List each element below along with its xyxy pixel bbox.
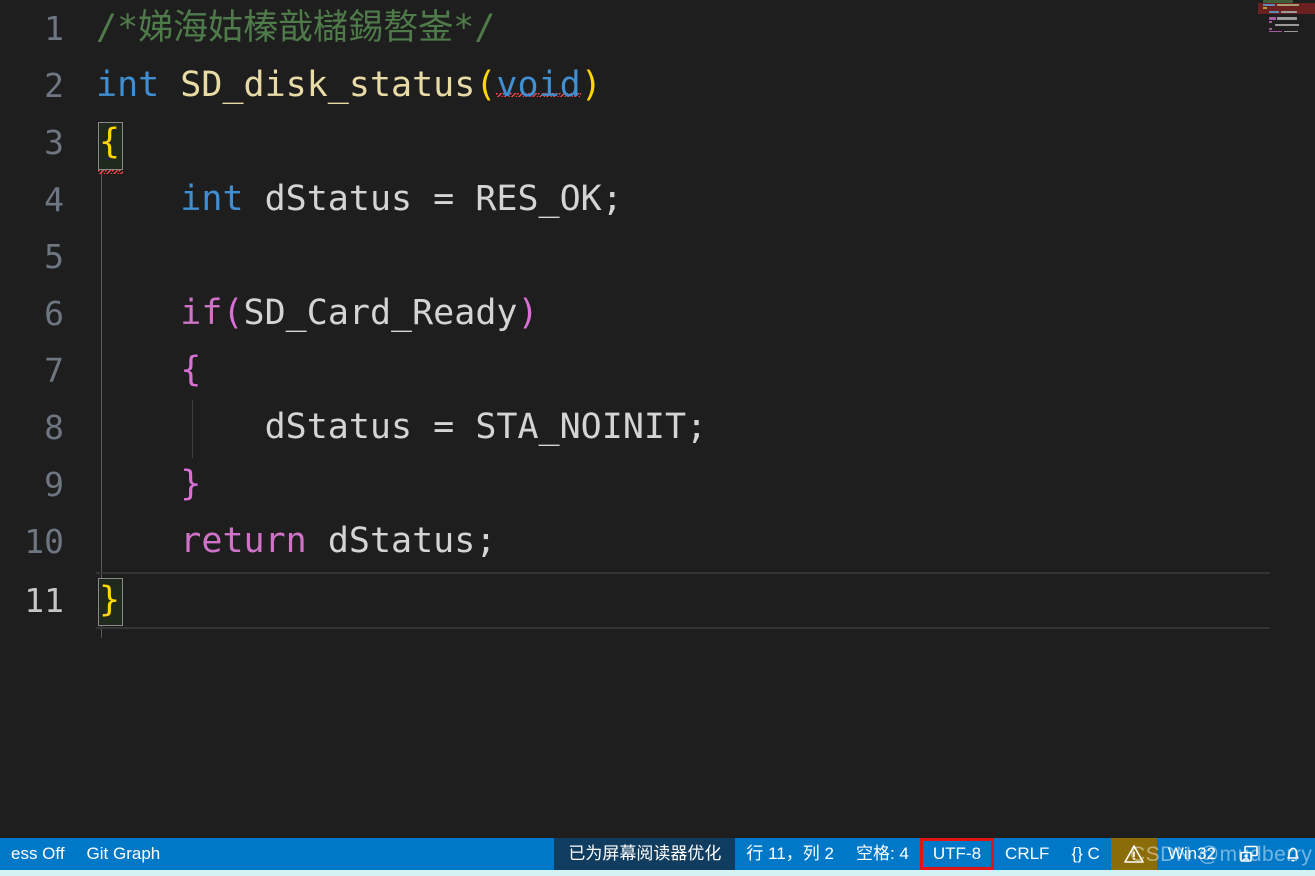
line-number: 9 xyxy=(44,465,64,504)
token-brace-close: } xyxy=(99,580,121,620)
minimap[interactable] xyxy=(1258,0,1315,32)
token-keyword-if: if xyxy=(180,293,223,333)
token-assign: = xyxy=(412,179,476,219)
line-content: } xyxy=(96,456,201,513)
line-content: dStatus = STA_NOINIT; xyxy=(96,399,708,456)
line-content: return dStatus; xyxy=(96,513,496,570)
status-item-git-graph[interactable]: Git Graph xyxy=(76,838,172,870)
status-item-screen-reader-optimized[interactable]: 已为屏幕阅读器优化 xyxy=(554,838,736,870)
status-item-notifications[interactable] xyxy=(1271,838,1315,870)
token-keyword-int: int xyxy=(96,65,160,105)
bottom-edge-strip xyxy=(0,870,1315,876)
line-number: 4 xyxy=(44,180,64,219)
status-item-language-mode[interactable]: {} C xyxy=(1060,838,1110,870)
status-item-cursor-position[interactable]: 行 11，列 2 xyxy=(735,838,845,870)
code-line[interactable]: 5 xyxy=(0,228,1315,285)
line-number: 8 xyxy=(44,408,64,447)
status-label: {} C xyxy=(1071,844,1100,863)
status-item-prettiness-off[interactable]: ess Off xyxy=(0,838,76,870)
token-keyword-void: void xyxy=(496,65,581,105)
line-content: /*娣海姑榛戠櫧錫嗸崟*/ xyxy=(96,0,495,57)
status-label: Git Graph xyxy=(86,844,161,863)
token-comment: /*娣海姑榛戠櫧錫嗸崟*/ xyxy=(96,8,496,48)
line-number: 3 xyxy=(44,123,64,162)
token-condition: SD_Card_Ready xyxy=(243,293,518,333)
status-label: 空格: 4 xyxy=(855,844,909,863)
bell-icon xyxy=(1282,843,1304,865)
status-bar-spacer xyxy=(171,838,554,870)
status-item-encoding[interactable]: UTF-8 xyxy=(919,838,995,870)
token-paren-close: ) xyxy=(517,293,539,333)
line-content: { xyxy=(96,342,201,399)
line-content: } xyxy=(99,572,120,629)
token-const-res-ok: RES_OK; xyxy=(475,179,623,219)
token-keyword-return: return xyxy=(180,521,307,561)
vscode-window: 1 /*娣海姑榛戠櫧錫嗸崟*/ 2 int SD_disk_status(voi… xyxy=(0,0,1315,876)
status-label: 已为屏幕阅读器优化 xyxy=(568,844,722,863)
code-line[interactable]: 6 if(SD_Card_Ready) xyxy=(0,285,1315,342)
code-line[interactable]: 1 /*娣海姑榛戠櫧錫嗸崟*/ xyxy=(0,0,1315,57)
line-number: 10 xyxy=(24,522,64,561)
token-variable-dstatus: dStatus xyxy=(264,407,413,447)
status-label: 行 11，列 2 xyxy=(746,844,834,863)
status-bar: ess Off Git Graph 已为屏幕阅读器优化 行 11，列 2 空格:… xyxy=(0,838,1315,870)
code-line[interactable]: 2 int SD_disk_status(void) xyxy=(0,57,1315,114)
token-variable-dstatus: dStatus xyxy=(264,179,413,219)
status-bar-left: ess Off Git Graph xyxy=(0,838,171,870)
line-number: 6 xyxy=(44,294,64,333)
line-number-active: 11 xyxy=(24,581,64,620)
line-content: int SD_disk_status(void) xyxy=(96,57,602,114)
line-number: 5 xyxy=(44,237,64,276)
token-keyword-int: int xyxy=(180,179,244,219)
minimap-row xyxy=(1258,30,1315,32)
status-item-remote-window[interactable] xyxy=(1227,838,1271,870)
token-paren-close: ) xyxy=(580,65,602,105)
status-label: Win32 xyxy=(1167,844,1216,863)
code-line[interactable]: 3 { xyxy=(0,114,1315,174)
status-item-eol[interactable]: CRLF xyxy=(994,838,1060,870)
code-line[interactable]: 7 { xyxy=(0,342,1315,399)
code-line-active[interactable]: 11 } xyxy=(0,572,1315,629)
status-label: ess Off xyxy=(11,844,65,863)
status-bar-right: 已为屏幕阅读器优化 行 11，列 2 空格: 4 UTF-8 CRLF {} C xyxy=(554,838,1315,870)
token-const-sta-noinit: STA_NOINIT; xyxy=(475,407,708,447)
code-line[interactable]: 4 int dStatus = RES_OK; xyxy=(0,171,1315,228)
token-brace-open: { xyxy=(99,122,121,162)
token-paren-open: ( xyxy=(222,293,244,333)
status-item-platform[interactable]: Win32 xyxy=(1157,838,1227,870)
status-label: UTF-8 xyxy=(932,844,982,863)
token-brace-open: { xyxy=(180,350,202,390)
warning-triangle-icon xyxy=(1123,843,1145,865)
code-line[interactable]: 9 } xyxy=(0,456,1315,513)
code-line[interactable]: 8 dStatus = STA_NOINIT; xyxy=(0,399,1315,456)
token-variable-dstatus: dStatus; xyxy=(327,521,497,561)
line-number: 1 xyxy=(44,9,64,48)
token-brace-close: } xyxy=(180,464,202,504)
line-content: int dStatus = RES_OK; xyxy=(96,171,623,228)
token-function-name: SD_disk_status xyxy=(180,65,476,105)
line-number: 2 xyxy=(44,66,64,105)
code-line[interactable]: 10 return dStatus; xyxy=(0,513,1315,570)
line-number: 7 xyxy=(44,351,64,390)
remote-window-icon xyxy=(1238,843,1260,865)
status-item-problems-warning[interactable] xyxy=(1110,838,1157,870)
token-assign: = xyxy=(412,407,476,447)
line-content: { xyxy=(99,114,120,171)
status-item-indentation[interactable]: 空格: 4 xyxy=(845,838,920,870)
code-editor[interactable]: 1 /*娣海姑榛戠櫧錫嗸崟*/ 2 int SD_disk_status(voi… xyxy=(0,0,1315,838)
status-label: CRLF xyxy=(1005,844,1050,863)
line-content: if(SD_Card_Ready) xyxy=(96,285,539,342)
token-paren-open: ( xyxy=(475,65,497,105)
